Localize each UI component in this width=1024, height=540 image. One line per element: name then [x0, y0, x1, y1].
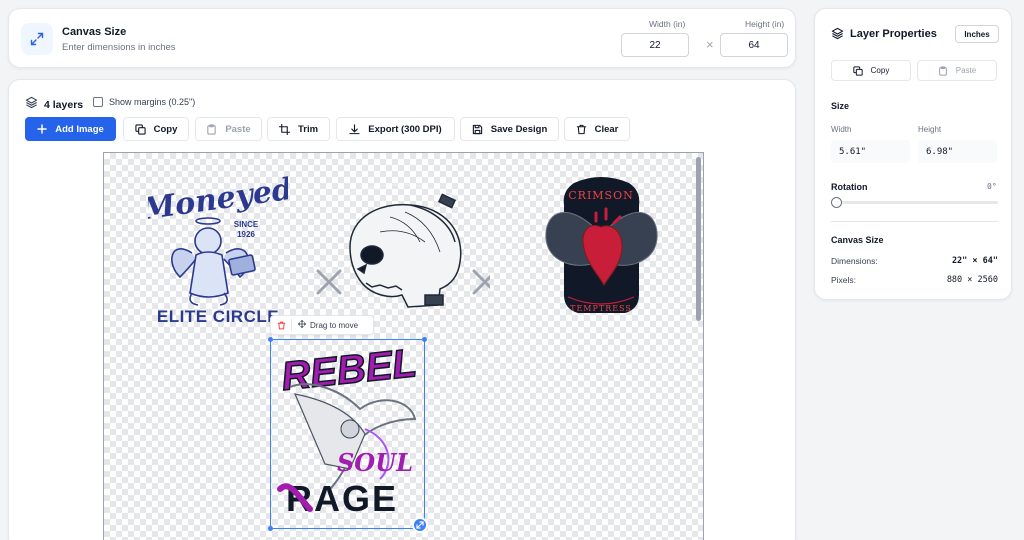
width-label: Width (in): [649, 19, 686, 29]
canvas-height-input[interactable]: [720, 33, 788, 57]
layer-properties-header: Layer Properties: [831, 27, 937, 40]
editor-card: 4 layers Show margins (0.25") Add Image …: [8, 79, 796, 540]
canvas-size-title: Canvas Size: [62, 26, 127, 38]
selection-handle-bottom-left[interactable]: [268, 526, 273, 531]
pixels-row: Pixels: 880 × 2560: [831, 275, 998, 285]
canvas-size-subtitle: Enter dimensions in inches: [62, 42, 176, 53]
layer-properties-title: Layer Properties: [850, 27, 937, 40]
rotation-heading: Rotation: [831, 182, 868, 192]
trash-icon: [576, 124, 586, 134]
rotation-slider-thumb[interactable]: [831, 197, 842, 208]
add-image-button[interactable]: Add Image: [25, 117, 116, 141]
download-icon: [349, 123, 360, 134]
size-heading: Size: [831, 101, 850, 111]
expand-icon: [21, 23, 53, 55]
trim-button[interactable]: Trim: [267, 117, 330, 141]
show-margins-toggle[interactable]: Show margins (0.25"): [93, 97, 195, 107]
plus-icon: [37, 124, 47, 134]
layer-width-field[interactable]: 5.61": [831, 140, 910, 163]
selection-handle-top-right[interactable]: [422, 337, 427, 342]
copy-icon: [134, 123, 146, 135]
design-canvas[interactable]: Moneyed SINCE 1926 ELITE CIRCLE CRIMSON …: [103, 152, 704, 540]
layers-icon: [831, 27, 844, 40]
design-layer-elite-circle[interactable]: Moneyed SINCE 1926 ELITE CIRCLE: [139, 169, 295, 329]
save-design-button[interactable]: Save Design: [460, 117, 559, 141]
dimensions-value: 22" × 64": [951, 256, 998, 266]
design-layer-crimson-temptress[interactable]: CRIMSON TEMPTRESS: [544, 169, 659, 329]
heart-top-text: CRIMSON: [568, 189, 634, 202]
resize-icon: [416, 521, 424, 529]
skull-illustration: [349, 193, 462, 308]
canvas-width-input[interactable]: [621, 33, 689, 57]
resize-handle[interactable]: [412, 517, 428, 533]
design-layer-skull[interactable]: [310, 177, 498, 327]
rotation-value: 0°: [987, 182, 997, 191]
export-button[interactable]: Export (300 DPI): [336, 117, 455, 141]
pixels-label: Pixels:: [831, 275, 857, 285]
crop-icon: [278, 123, 290, 135]
selection-box[interactable]: [268, 337, 427, 531]
rotation-slider-track[interactable]: [831, 201, 998, 204]
show-margins-checkbox[interactable]: [93, 97, 103, 107]
layer-paste-button[interactable]: Paste: [917, 60, 997, 81]
unit-toggle-button[interactable]: Inches: [955, 25, 999, 43]
canvas-size-card: Canvas Size Enter dimensions in inches W…: [8, 8, 796, 68]
paste-button[interactable]: Paste: [195, 117, 262, 141]
copy-button[interactable]: Copy: [123, 117, 189, 141]
show-margins-label: Show margins (0.25"): [109, 97, 196, 107]
layers-count: 4 layers: [44, 99, 84, 111]
pixels-value: 880 × 2560: [946, 275, 998, 285]
clipboard-icon: [938, 65, 947, 76]
selection-handle-top-left[interactable]: [268, 337, 273, 342]
layer-height-field[interactable]: 6.98": [918, 140, 997, 163]
crossbones-left: [316, 269, 342, 295]
copy-icon: [852, 65, 863, 76]
drag-separator: [291, 319, 292, 331]
canvas-size-heading: Canvas Size: [831, 235, 884, 245]
save-icon: [472, 124, 482, 134]
divider: [831, 221, 998, 222]
delete-layer-icon[interactable]: [271, 321, 291, 330]
dimensions-label: Dimensions:: [831, 256, 878, 266]
angel-year-text: 1926: [237, 230, 255, 239]
layers-icon: [25, 96, 38, 114]
layers-indicator: 4 layers: [25, 96, 83, 114]
layer-properties-panel: Layer Properties Inches Copy Paste Size …: [814, 8, 1012, 300]
angel-since-text: SINCE: [234, 220, 259, 229]
canvas-scrollbar[interactable]: [696, 157, 701, 321]
height-label: Height: [918, 125, 942, 134]
drag-hint: Drag to move: [310, 320, 359, 330]
angel-bottom-text: ELITE CIRCLE: [157, 307, 279, 326]
move-icon: [297, 319, 307, 330]
height-label: Height (in): [745, 19, 785, 29]
clear-button[interactable]: Clear: [564, 117, 630, 141]
dimensions-row: Dimensions: 22" × 64": [831, 256, 998, 266]
width-label: Width: [831, 125, 852, 134]
drag-toolbar[interactable]: Drag to move: [270, 315, 374, 335]
heart-bottom-text: TEMPTRESS: [570, 304, 632, 313]
times-separator: ×: [706, 37, 714, 52]
layer-copy-button[interactable]: Copy: [831, 60, 911, 81]
clipboard-icon: [207, 123, 217, 135]
crossbones-right: [472, 269, 498, 295]
